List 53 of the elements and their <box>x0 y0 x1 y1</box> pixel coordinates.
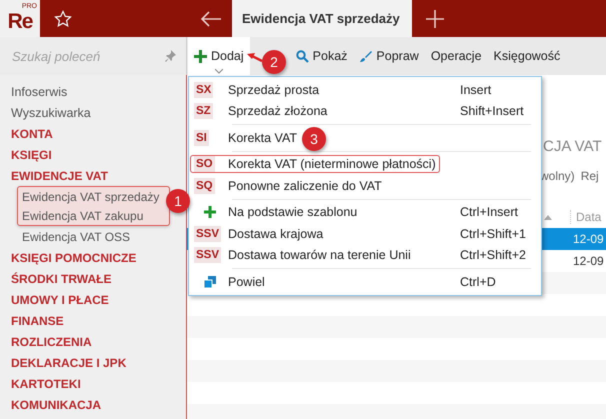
sidebar-item[interactable]: Infoserwis <box>11 81 186 102</box>
sidebar-section[interactable]: KONTA <box>11 123 186 144</box>
code-badge: SI <box>194 130 209 146</box>
code-badge: SSV <box>194 226 222 242</box>
sidebar-section[interactable]: KARTOTEKI <box>11 373 186 394</box>
star-icon[interactable] <box>54 10 72 28</box>
toolbar-button[interactable]: Operacje <box>424 37 488 75</box>
back-arrow-icon[interactable] <box>200 10 222 26</box>
menu-item[interactable]: Na podstawie szablonu Ctrl+Insert <box>189 202 541 223</box>
sidebar-item[interactable]: Ewidencja VAT OSS <box>18 227 130 246</box>
sidebar-section[interactable]: KOMUNIKACJA <box>11 394 186 415</box>
pointer-arrow <box>247 53 263 63</box>
filter-text: Rej <box>580 169 599 183</box>
code-badge: SO <box>194 156 215 172</box>
plus-icon[interactable] <box>426 10 444 28</box>
copy-icon <box>203 274 217 289</box>
highlight-frame: SO Korekta VAT (nieterminowe płatności) <box>190 155 440 174</box>
toolbar-button[interactable]: Pokaż <box>290 37 354 75</box>
code-badge: SZ <box>194 103 213 120</box>
toolbar-button[interactable]: Popraw <box>353 37 425 75</box>
sidebar-section[interactable]: ŚRODKI TRWAŁE <box>11 268 186 289</box>
menu-item[interactable]: SZ Sprzedaż złożona Shift+Insert <box>189 100 541 122</box>
menu-item[interactable]: SQ Ponowne zaliczenie do VAT <box>189 175 386 196</box>
toolbar-button[interactable]: Księgowość <box>488 37 566 75</box>
menu-item[interactable]: SSV Dostawa krajowa Ctrl+Shift+1 <box>189 223 541 244</box>
chevron-icon <box>214 69 223 74</box>
sidebar-section[interactable]: KSIĘGI <box>11 144 186 165</box>
sidebar-section[interactable]: ROZLICZENIA <box>11 331 186 352</box>
sidebar-section[interactable]: EWIDENCJE VAT <box>11 165 186 186</box>
menu-item[interactable]: SX Sprzedaż prosta Insert <box>189 79 541 100</box>
toolbar-button[interactable]: Dodaj <box>188 37 250 75</box>
menu-item[interactable]: SO Korekta VAT (nieterminowe płatności) <box>189 154 444 175</box>
sidebar-section[interactable]: KSIĘGI POMOCNICZE <box>11 247 186 268</box>
menu-item[interactable]: SI Korekta VAT <box>189 127 302 148</box>
sort-icon[interactable] <box>544 214 552 220</box>
code-badge: SQ <box>194 178 215 194</box>
code-badge: SX <box>194 82 214 98</box>
document-tab[interactable]: Ewidencja VAT sprzedaży <box>232 0 412 37</box>
search-icon <box>296 50 309 62</box>
menu-item[interactable]: Powiel Ctrl+D <box>189 271 541 292</box>
sidebar-section[interactable]: FINANSE <box>11 310 186 331</box>
plus-icon <box>203 205 217 220</box>
sidebar-section[interactable]: DEKLARACJE I JPK <box>11 352 186 373</box>
sidebar-item[interactable]: Ewidencja VAT sprzedaży <box>18 187 160 206</box>
menu-item[interactable]: SSV Dostawa towarów na terenie Unii Ctrl+Shift+2 <box>189 244 541 266</box>
page-heading: CJA VAT <box>543 138 602 154</box>
code-badge: SSV <box>194 247 222 264</box>
sidebar-item[interactable]: Ewidencja VAT zakupu <box>18 206 144 225</box>
sidebar-item[interactable]: Wyszukiwarka <box>11 102 186 123</box>
plus-icon <box>194 50 207 62</box>
sidebar-section[interactable]: UMOWY I PŁACE <box>11 289 186 310</box>
app-logo[interactable]: Re <box>8 10 32 34</box>
brush-icon <box>359 50 372 62</box>
